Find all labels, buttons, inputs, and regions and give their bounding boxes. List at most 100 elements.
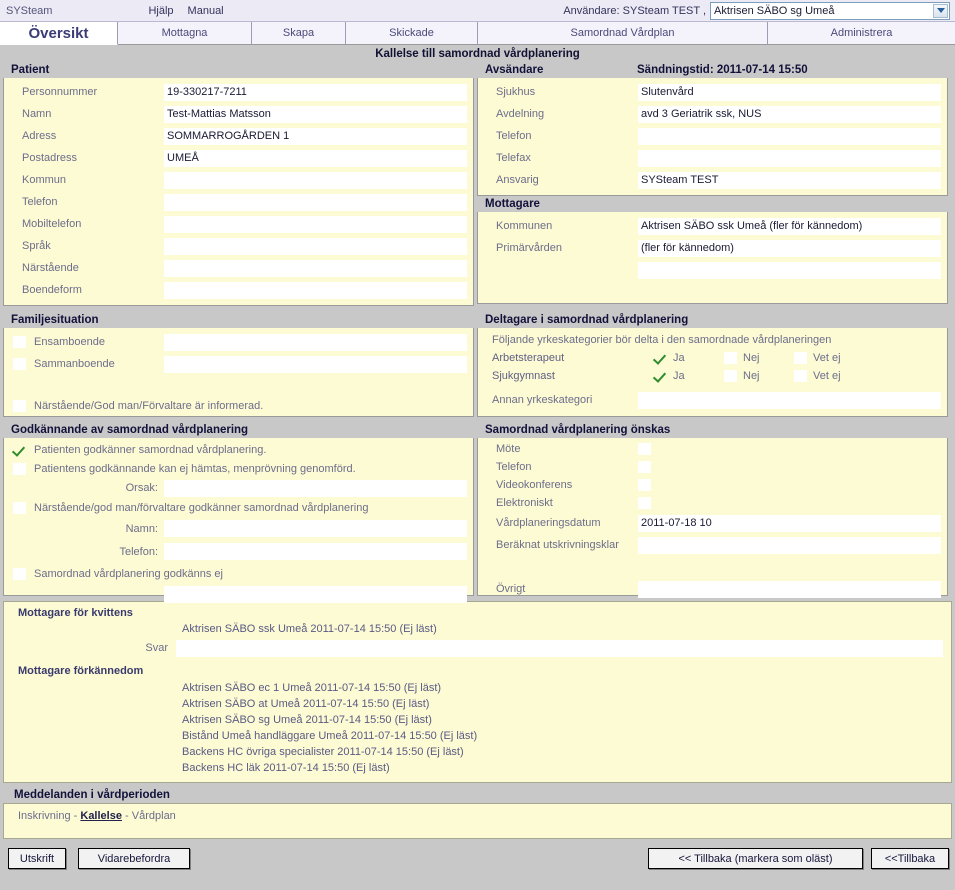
option-label-nej: Nej — [743, 352, 760, 364]
approval-field-namn[interactable] — [164, 520, 467, 537]
patient-field-personnummer[interactable]: 19-330217-7211 — [164, 83, 467, 101]
receipt-label-svar: Svar — [145, 642, 168, 654]
patient-label-kommun: Kommun — [22, 174, 67, 186]
participants-panel: Följande yrkeskategorier bör delta i den… — [477, 328, 948, 417]
wanted-field-ovrigt[interactable] — [638, 580, 941, 598]
tab-skickade[interactable]: Skickade — [346, 22, 478, 45]
sender-panel: Sjukhus Slutenvård Avdelning avd 3 Geria… — [477, 78, 948, 196]
patient-panel: Personnummer 19-330217-7211 Namn Test-Ma… — [3, 78, 474, 306]
sender-field-avdelning[interactable]: avd 3 Geriatrik ssk, NUS — [638, 105, 941, 123]
patient-field-kommun[interactable] — [164, 171, 467, 189]
family-field-sammanboende[interactable] — [164, 355, 467, 373]
approval-field-denied[interactable] — [164, 585, 467, 603]
approval-label-denied: Samordnad vårdplanering godkänns ej — [34, 567, 223, 580]
sender-section-title: Avsändare — [485, 64, 544, 76]
approval-item-menprovning: Patientens godkännande kan ej hämtas, me… — [4, 459, 473, 478]
message-link-inskrivning[interactable]: Inskrivning — [18, 810, 71, 822]
menu-item-manual[interactable]: Manual — [188, 5, 224, 17]
table-row: Ansvarig SYSteam TEST — [478, 169, 947, 191]
table-row: Närstående — [4, 257, 473, 279]
receipt-field-svar[interactable] — [176, 639, 943, 657]
patient-field-postadress[interactable]: UMEÅ — [164, 149, 467, 167]
sender-field-ansvarig[interactable]: SYSteam TEST — [638, 171, 941, 189]
wanted-label-ovrigt: Övrigt — [496, 583, 526, 595]
option-nej-arbetsterapeut[interactable]: Nej — [724, 352, 794, 364]
checkbox-patienten-godkanner[interactable] — [13, 444, 26, 456]
checkbox-vetej-arbetsterapeut[interactable] — [794, 352, 807, 364]
checkbox-ensamboende[interactable] — [13, 336, 26, 348]
receipt-section-title: Mottagare för kvittens — [18, 607, 133, 619]
patient-field-narstaende[interactable] — [164, 259, 467, 277]
patient-field-namn[interactable]: Test-Mattias Matsson — [164, 105, 467, 123]
patient-field-mobiltelefon[interactable] — [164, 215, 467, 233]
patient-field-boendeform[interactable] — [164, 281, 467, 299]
forward-button[interactable]: Vidarebefordra — [78, 848, 190, 869]
approval-telefon-row: Telefon: — [4, 540, 473, 563]
approval-field-orsak[interactable] — [164, 479, 467, 497]
checkbox-menprovning[interactable] — [13, 462, 26, 475]
wanted-row-planeringsdatum: Vårdplaneringsdatum 2011-07-18 10 — [478, 512, 947, 534]
tab-administrera[interactable]: Administrera — [768, 22, 955, 45]
sender-field-telefon[interactable] — [638, 127, 941, 145]
sender-label-telefon: Telefon — [496, 130, 532, 142]
option-label-nej-2: Nej — [743, 370, 760, 382]
tab-oversikt[interactable]: Översikt — [0, 22, 118, 45]
approval-namn-row: Namn: — [4, 517, 473, 540]
checkbox-narstaende-informerad[interactable] — [13, 399, 26, 412]
approval-field-telefon[interactable] — [164, 543, 467, 560]
receiver-field-kommunen[interactable]: Aktrisen SÄBO ssk Umeå (fler för kännedo… — [638, 217, 941, 235]
checkbox-ja-sjukgymnast[interactable] — [654, 370, 667, 382]
message-link-kallelse[interactable]: Kallelse — [80, 810, 122, 822]
recipients-panel: Mottagare för kvittens Aktrisen SÄBO ssk… — [3, 601, 952, 783]
wanted-row-mote: Möte — [478, 440, 947, 458]
wanted-field-utskrivningsklar[interactable] — [638, 536, 941, 554]
sender-field-sjukhus[interactable]: Slutenvård — [638, 83, 941, 101]
wanted-row-telefon: Telefon — [478, 458, 947, 476]
checkbox-godkanns-ej[interactable] — [13, 567, 26, 580]
sender-field-telefax[interactable] — [638, 149, 941, 167]
approval-item-patient: Patienten godkänner samordnad vårdplaner… — [4, 440, 473, 459]
patient-column: Patient Personnummer 19-330217-7211 Namn… — [3, 62, 474, 306]
back-button[interactable]: <<Tillbaka — [871, 848, 949, 869]
unit-select[interactable]: Aktrisen SÄBO sg Umeå — [710, 1, 950, 20]
message-link-vardplan[interactable]: Vårdplan — [132, 810, 176, 822]
patient-field-adress[interactable]: SOMMARROGÅRDEN 1 — [164, 127, 467, 145]
option-ja-arbetsterapeut[interactable]: Ja — [654, 352, 724, 364]
checkbox-mote[interactable] — [638, 443, 651, 455]
patient-label-boendeform: Boendeform — [22, 284, 82, 296]
checkbox-nej-arbetsterapeut[interactable] — [724, 352, 737, 364]
chevron-down-icon[interactable] — [933, 3, 948, 18]
back-mark-unread-button[interactable]: << Tillbaka (markera som oläst) — [648, 848, 863, 869]
print-button[interactable]: Utskrift — [8, 848, 66, 869]
patient-label-sprak: Språk — [22, 240, 51, 252]
participants-field-annan[interactable] — [638, 391, 941, 409]
family-label-ensamboende: Ensamboende — [34, 336, 105, 348]
checkbox-videokonferens[interactable] — [638, 479, 651, 491]
checkbox-sammanboende[interactable] — [13, 358, 26, 370]
checkbox-ja-arbetsterapeut[interactable] — [654, 352, 667, 364]
wanted-label-videokonferens: Videokonferens — [496, 479, 573, 491]
tab-skapa[interactable]: Skapa — [252, 22, 346, 45]
tab-mottagna[interactable]: Mottagna — [118, 22, 252, 45]
receiver-field-extra[interactable] — [638, 261, 941, 279]
checkbox-narstaende-godkanner[interactable] — [13, 501, 26, 514]
receiver-field-primarvarden[interactable]: (fler för kännedom) — [638, 239, 941, 257]
option-vetej-sjukgymnast[interactable]: Vet ej — [794, 370, 864, 382]
checkbox-elektroniskt[interactable] — [638, 497, 651, 509]
checkbox-telefon[interactable] — [638, 461, 651, 473]
participants-row-arbetsterapeut: Arbetsterapeut Ja Nej Vet ej — [478, 349, 947, 367]
patient-field-sprak[interactable] — [164, 237, 467, 255]
checkbox-vetej-sjukgymnast[interactable] — [794, 370, 807, 382]
option-vetej-arbetsterapeut[interactable]: Vet ej — [794, 352, 864, 364]
wanted-field-planeringsdatum[interactable]: 2011-07-18 10 — [638, 514, 941, 532]
patient-field-telefon[interactable] — [164, 193, 467, 211]
tab-samordnad-vardplan[interactable]: Samordnad Vårdplan — [478, 22, 768, 45]
option-nej-sjukgymnast[interactable]: Nej — [724, 370, 794, 382]
list-item: Backens HC övriga specialister 2011-07-1… — [182, 746, 464, 758]
checkbox-nej-sjukgymnast[interactable] — [724, 370, 737, 382]
family-field-ensamboende[interactable] — [164, 333, 467, 351]
family-row-sammanboende: Sammanboende — [4, 358, 164, 370]
approval-label-namn: Namn: — [125, 522, 158, 535]
menu-item-hjalp[interactable]: Hjälp — [148, 5, 173, 17]
option-ja-sjukgymnast[interactable]: Ja — [654, 370, 724, 382]
